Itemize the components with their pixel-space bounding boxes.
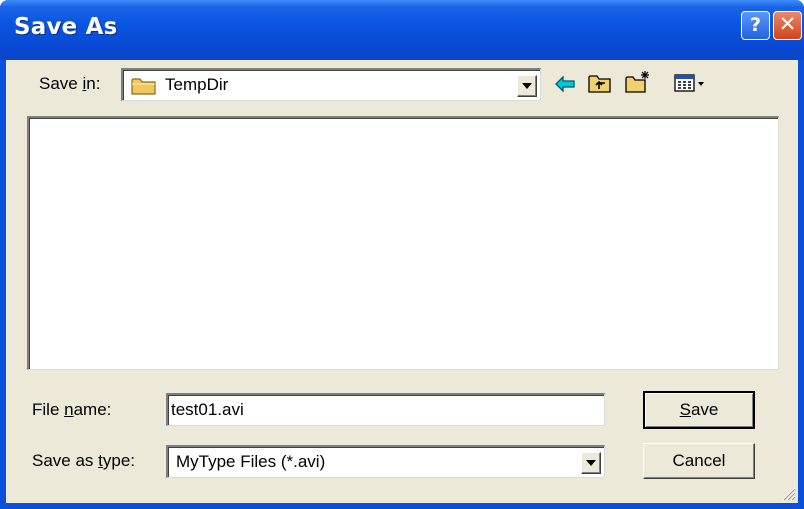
help-button[interactable]: ? — [741, 11, 770, 40]
save-button[interactable]: Save — [643, 391, 755, 429]
folder-icon — [131, 76, 157, 100]
file-name-input[interactable]: test01.avi — [166, 393, 605, 426]
save-in-label-suffix: n: — [86, 74, 101, 93]
file-name-value: test01.avi — [171, 400, 244, 419]
file-name-label-mnemonic: n — [64, 400, 74, 419]
save-in-dropdown-button[interactable] — [517, 75, 537, 97]
help-icon: ? — [749, 14, 762, 36]
save-as-dialog: Save As ? ✕ Save in: TempDir File name: … — [0, 0, 804, 509]
file-list[interactable] — [27, 116, 779, 370]
save-button-mnemonic: S — [679, 400, 691, 419]
view-menu-icon[interactable] — [674, 74, 706, 96]
file-name-label-prefix: File — [32, 400, 65, 419]
back-arrow-icon[interactable] — [554, 75, 576, 97]
save-as-type-combobox[interactable]: MyType Files (*.avi) — [166, 445, 605, 478]
save-as-type-label-prefix: Save as — [32, 451, 99, 470]
up-folder-icon[interactable] — [587, 72, 613, 98]
chevron-down-icon — [522, 83, 532, 89]
close-button[interactable]: ✕ — [773, 11, 802, 40]
resize-grip-icon[interactable] — [780, 485, 796, 505]
save-as-type-value: MyType Files (*.avi) — [176, 452, 326, 471]
save-in-combobox[interactable]: TempDir — [121, 68, 541, 101]
save-in-value: TempDir — [165, 75, 229, 94]
dialog-body: Save in: TempDir File name: test01.avi S… — [6, 60, 798, 503]
save-button-label: ave — [690, 400, 719, 419]
save-as-type-label: Save as type: — [32, 451, 135, 471]
file-name-label-suffix: ame: — [73, 400, 112, 419]
title-bar[interactable]: Save As ? ✕ — [0, 0, 804, 60]
close-icon: ✕ — [778, 12, 797, 36]
save-in-label-prefix: Save — [39, 74, 83, 93]
file-name-label: File name: — [32, 400, 111, 420]
window-title: Save As — [14, 14, 118, 40]
new-folder-icon[interactable] — [624, 69, 652, 98]
save-in-label: Save in: — [39, 74, 100, 94]
save-as-type-label-suffix: ype: — [102, 451, 136, 470]
cancel-button[interactable]: Cancel — [643, 443, 755, 479]
save-as-type-dropdown-button[interactable] — [581, 452, 601, 474]
chevron-down-icon — [586, 460, 596, 466]
